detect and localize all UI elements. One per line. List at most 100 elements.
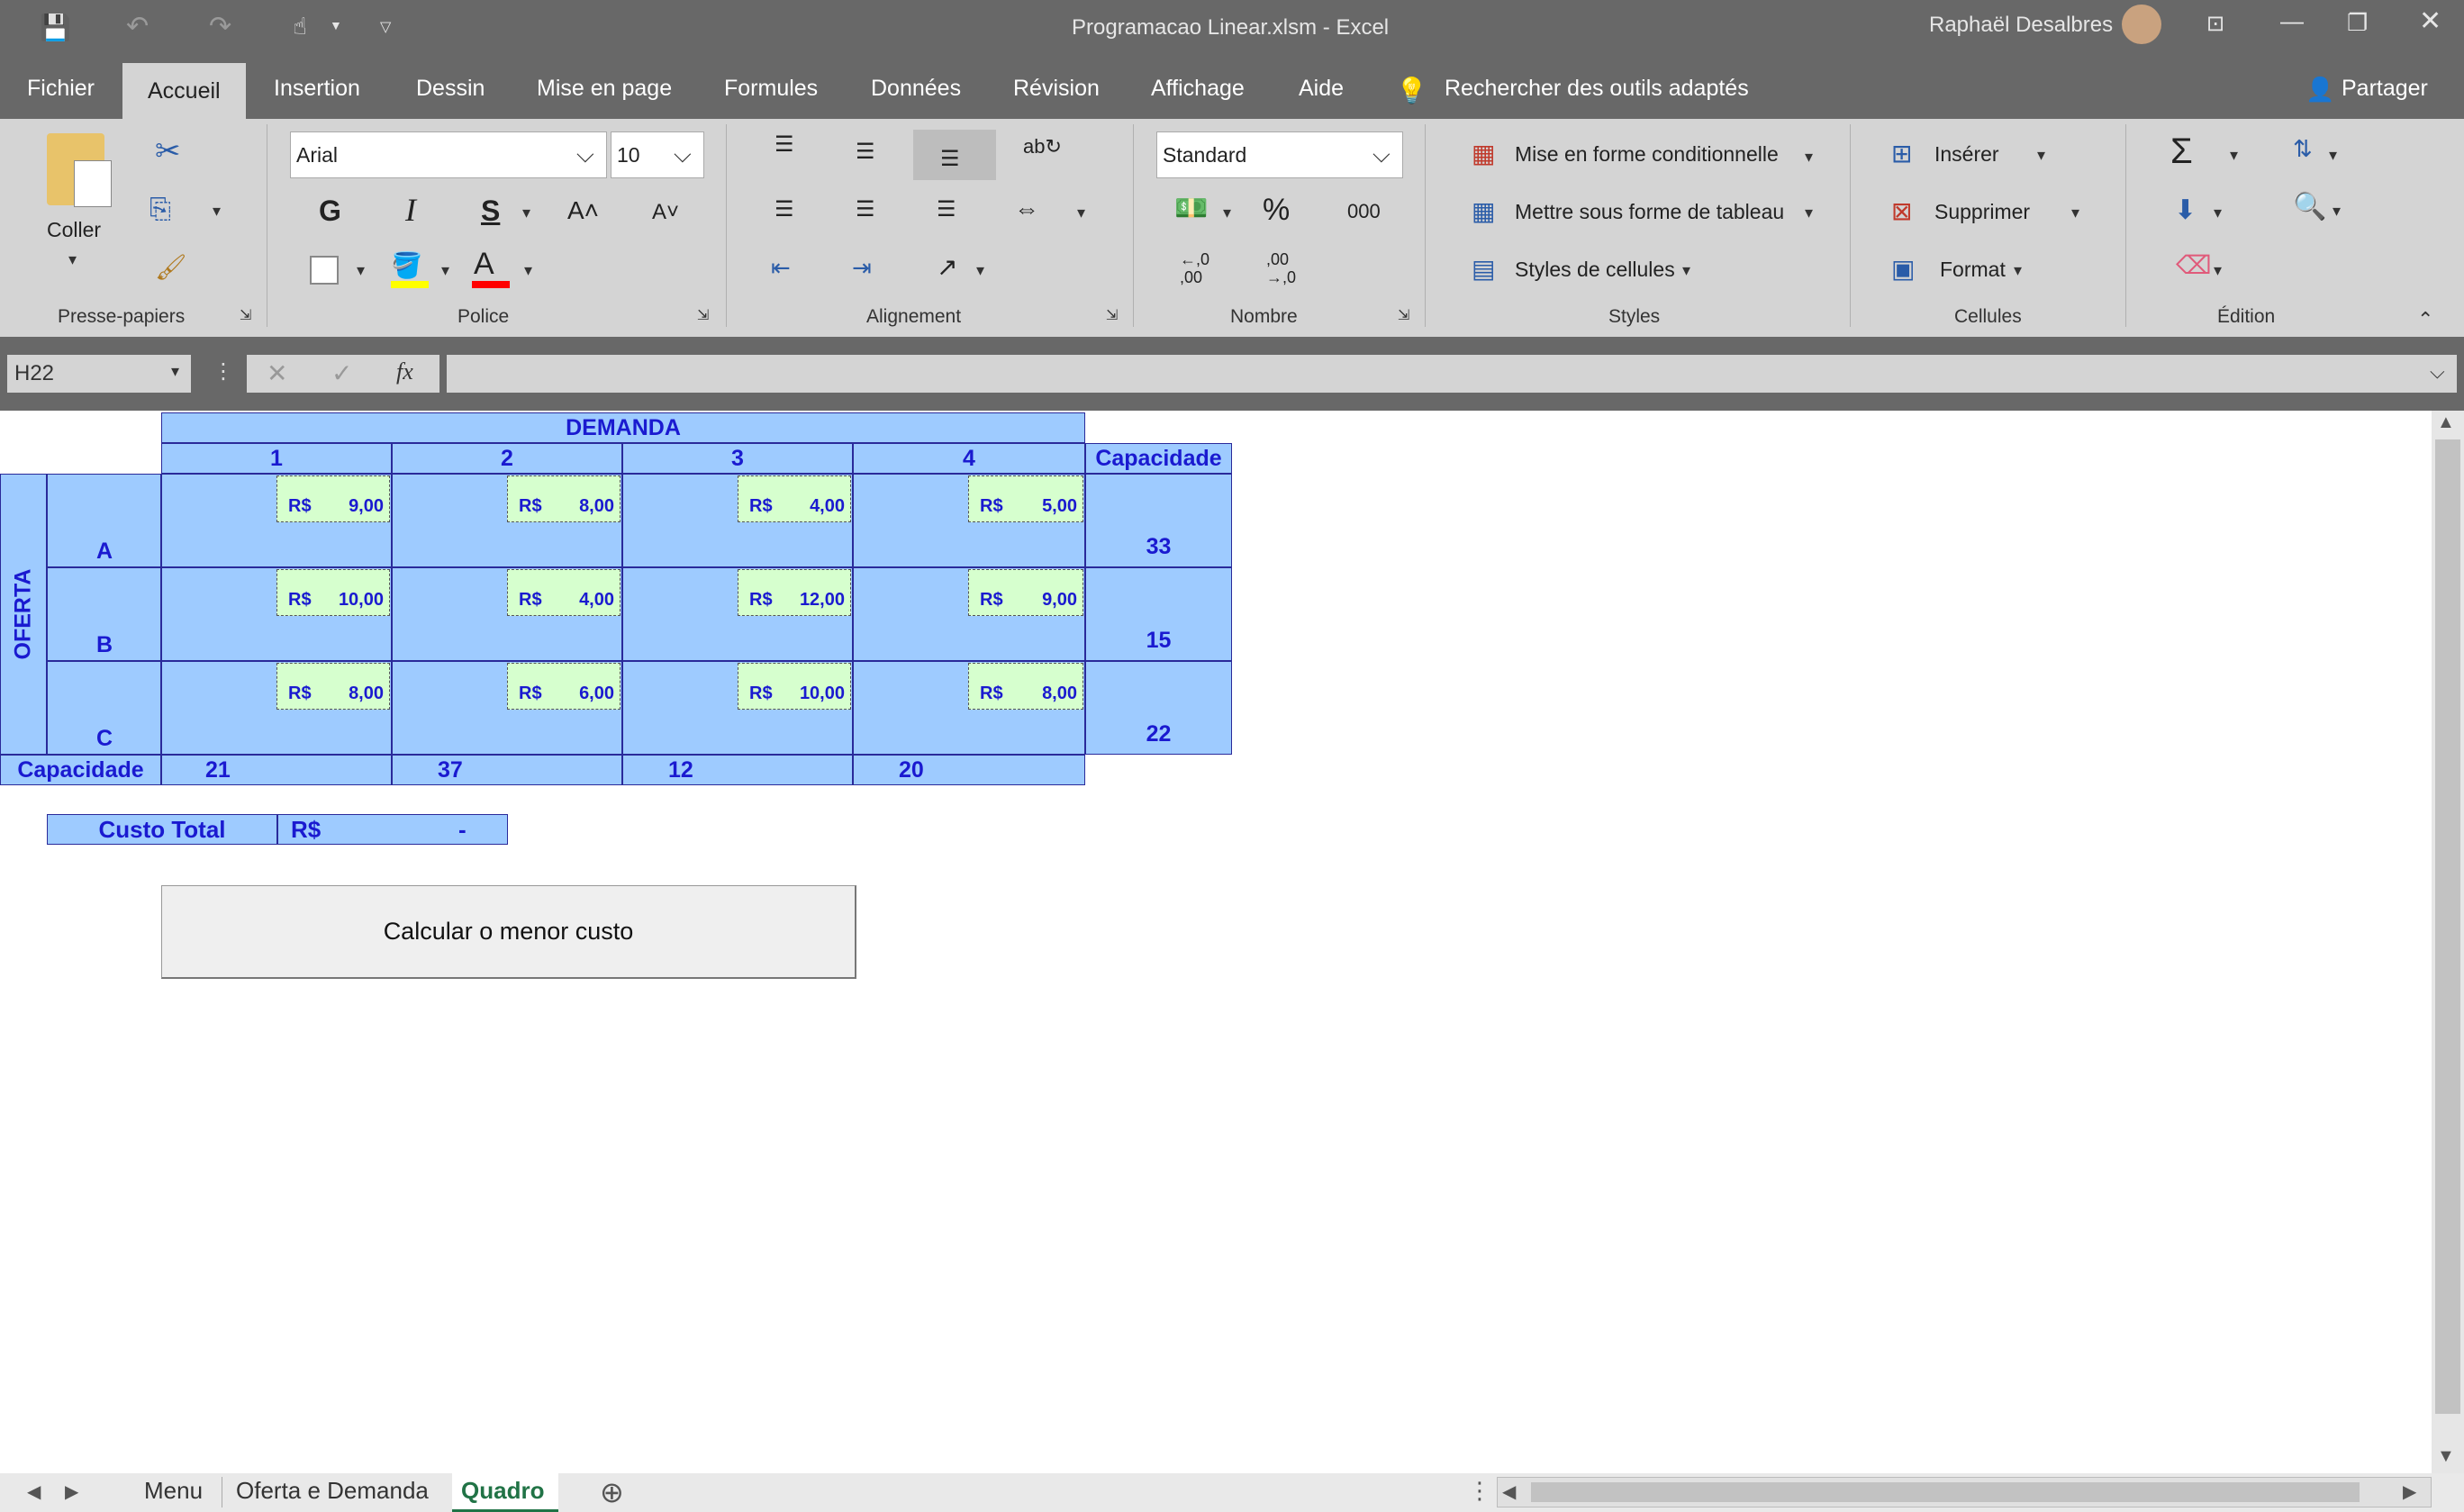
column-header[interactable]: 2 <box>392 443 622 474</box>
format-table-button[interactable]: Mettre sous forme de tableau <box>1515 200 1784 224</box>
insert-cells-icon[interactable]: ⊞ <box>1891 139 1912 168</box>
scroll-up-icon[interactable]: ▲ <box>2437 412 2455 433</box>
cancel-entry-icon[interactable]: ✕ <box>267 358 287 388</box>
insert-dropdown-icon[interactable]: ▾ <box>2037 146 2045 165</box>
vertical-scroll-thumb[interactable] <box>2435 439 2460 1414</box>
column-header[interactable]: 4 <box>853 443 1085 474</box>
touch-mode-icon[interactable]: ☝ <box>293 13 307 41</box>
orientation-icon[interactable]: ab↻ <box>1023 135 1062 158</box>
font-color-icon[interactable]: A <box>474 247 494 282</box>
increase-indent-icon[interactable]: ⇥ <box>852 254 872 282</box>
tab-formules[interactable]: Formules <box>724 76 818 102</box>
undo-icon[interactable]: ↶ <box>126 11 149 42</box>
customize-qat-icon[interactable]: ▽ <box>380 18 391 36</box>
copy-icon[interactable]: ⎘ <box>149 195 171 225</box>
ribbon-display-icon[interactable]: ⊡ <box>2206 11 2224 37</box>
merge-dropdown-icon[interactable]: ▾ <box>1077 204 1085 222</box>
touch-mode-dropdown-icon[interactable]: ▼ <box>330 18 342 32</box>
demanda-header[interactable]: DEMANDA <box>161 412 1085 443</box>
calcular-button[interactable]: Calcular o menor custo <box>161 885 856 979</box>
formula-input[interactable] <box>447 355 2457 393</box>
tab-mise-en-page[interactable]: Mise en page <box>537 76 672 102</box>
font-name-dropdown-icon[interactable]: ⌵ <box>576 140 594 169</box>
more-options-icon[interactable]: ⋮ <box>213 358 234 385</box>
format-cells-icon[interactable]: ▣ <box>1891 254 1915 284</box>
clear-icon[interactable]: ⌫ <box>2176 250 2212 280</box>
cost-cell[interactable]: R$ 4,00 <box>507 569 621 616</box>
custo-total-label[interactable]: Custo Total <box>47 814 277 845</box>
tab-insertion[interactable]: Insertion <box>274 76 360 102</box>
fill-icon[interactable]: ⬇ <box>2174 195 2197 226</box>
oferta-cell[interactable]: OFERTA <box>0 474 47 755</box>
delete-cells-icon[interactable]: ⊠ <box>1891 196 1912 226</box>
font-name-combo[interactable]: Arial <box>290 131 607 178</box>
share-icon[interactable]: 👤 <box>2305 76 2334 104</box>
merge-center-icon[interactable]: ⇔ <box>1014 195 1039 223</box>
avatar[interactable] <box>2122 5 2161 44</box>
format-painter-icon[interactable]: 🖌 <box>155 252 187 282</box>
bold-button[interactable]: G <box>319 195 341 228</box>
fill-dropdown-icon[interactable]: ▾ <box>2214 204 2222 222</box>
decrease-font-icon[interactable]: A˅ <box>652 200 679 225</box>
tab-aide[interactable]: Aide <box>1299 76 1344 102</box>
cost-cell[interactable]: R$ 10,00 <box>276 569 390 616</box>
accounting-format-icon[interactable]: 💵 <box>1174 193 1208 224</box>
format-dropdown-icon[interactable]: ▾ <box>2014 261 2022 280</box>
underline-dropdown-icon[interactable]: ▾ <box>522 204 530 222</box>
column-header[interactable]: 3 <box>622 443 853 474</box>
format-table-icon[interactable]: ▦ <box>1472 196 1495 226</box>
scroll-down-icon[interactable]: ▼ <box>2437 1446 2455 1467</box>
cost-cell[interactable]: R$ 12,00 <box>738 569 851 616</box>
tab-donnees[interactable]: Données <box>871 76 961 102</box>
row-label-cell[interactable]: A <box>47 474 161 567</box>
borders-icon[interactable] <box>310 256 339 285</box>
share-button[interactable]: Partager <box>2342 76 2428 102</box>
clear-dropdown-icon[interactable]: ▾ <box>2214 261 2222 280</box>
autosum-dropdown-icon[interactable]: ▾ <box>2230 146 2238 165</box>
clipboard-launcher-icon[interactable]: ⇲ <box>240 306 251 324</box>
save-icon[interactable]: 💾 <box>40 13 71 42</box>
text-orientation-dropdown-icon[interactable]: ▾ <box>976 261 984 280</box>
borders-dropdown-icon[interactable]: ▾ <box>357 261 365 280</box>
cost-cell[interactable]: R$ 9,00 <box>276 475 390 522</box>
font-size-dropdown-icon[interactable]: ⌵ <box>674 140 692 169</box>
tab-affichage[interactable]: Affichage <box>1151 76 1245 102</box>
insert-cells-button[interactable]: Insérer <box>1934 142 1999 167</box>
sort-filter-dropdown-icon[interactable]: ▾ <box>2329 146 2337 165</box>
close-icon[interactable]: ✕ <box>2419 5 2441 37</box>
user-name[interactable]: Raphaël Desalbres <box>1929 13 2113 38</box>
demand-capacity[interactable]: 37 <box>392 755 622 785</box>
paste-label[interactable]: Coller <box>47 218 101 242</box>
percent-style-button[interactable]: % <box>1263 193 1290 228</box>
fill-color-dropdown-icon[interactable]: ▾ <box>441 261 449 280</box>
sheet-tab-oferta-e-demanda[interactable]: Oferta e Demanda <box>236 1477 429 1505</box>
row-label-cell[interactable]: C <box>47 661 161 755</box>
increase-font-icon[interactable]: A˄ <box>567 196 599 225</box>
restore-icon[interactable]: ❐ <box>2347 9 2368 37</box>
comma-style-button[interactable]: 000 <box>1347 200 1381 223</box>
font-color-dropdown-icon[interactable]: ▾ <box>524 261 532 280</box>
cost-cell[interactable]: R$ 8,00 <box>968 663 1083 710</box>
format-table-dropdown-icon[interactable]: ▾ <box>1805 204 1813 222</box>
cut-icon[interactable]: ✂ <box>155 133 181 169</box>
conditional-format-icon[interactable]: ▦ <box>1472 139 1495 168</box>
conditional-format-button[interactable]: Mise en forme conditionnelle <box>1515 142 1779 167</box>
number-format-combo[interactable]: Standard <box>1156 131 1403 178</box>
capacity-header[interactable]: Capacidade <box>1085 443 1232 474</box>
increase-decimal-button[interactable]: ←,0 ,00 <box>1180 250 1209 286</box>
supply-capacity[interactable]: 33 <box>1085 474 1232 567</box>
sheet-tab-menu[interactable]: Menu <box>144 1477 203 1505</box>
name-box[interactable]: H22 <box>7 355 191 393</box>
text-orientation-icon[interactable]: ↗ <box>937 252 957 282</box>
find-select-dropdown-icon[interactable]: ▾ <box>2333 202 2341 221</box>
number-launcher-icon[interactable]: ⇲ <box>1398 306 1409 324</box>
tab-fichier[interactable]: Fichier <box>27 76 95 102</box>
cost-cell[interactable]: R$ 10,00 <box>738 663 851 710</box>
expand-formula-bar-icon[interactable]: ⌵ <box>2430 360 2445 384</box>
align-middle-icon[interactable]: ☰ <box>856 139 875 165</box>
accounting-dropdown-icon[interactable]: ▾ <box>1223 204 1231 222</box>
cost-cell[interactable]: R$ 9,00 <box>968 569 1083 616</box>
cell-styles-button[interactable]: Styles de cellules <box>1515 258 1675 282</box>
demand-capacity[interactable]: 21 <box>161 755 392 785</box>
cost-cell[interactable]: R$ 6,00 <box>507 663 621 710</box>
